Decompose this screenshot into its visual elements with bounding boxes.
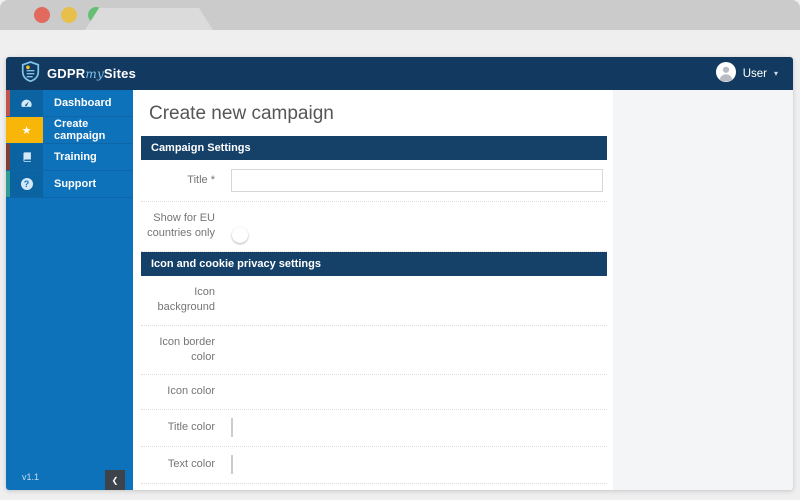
color-row-text-color: Text color	[141, 447, 607, 484]
user-menu[interactable]: User ▾	[716, 62, 778, 85]
sidebar-item-label: Create campaign	[43, 117, 133, 143]
version-label: v1.1	[22, 472, 39, 482]
title-field-row: Title *	[141, 160, 607, 202]
text-color-swatch[interactable]	[231, 455, 233, 474]
toggle-knob	[232, 227, 248, 243]
question-icon: ?	[10, 171, 43, 197]
title-input[interactable]	[231, 169, 603, 192]
color-row-cookie-accept-button: Cookie policy accept button	[141, 484, 607, 490]
chevron-down-icon: ▾	[774, 69, 778, 78]
eu-toggle-row: Show for EU countries only	[141, 202, 607, 252]
star-icon: ★	[10, 117, 43, 143]
avatar	[716, 62, 736, 85]
color-row-label: Icon color	[141, 384, 227, 399]
shield-logo-icon	[21, 61, 40, 87]
minimize-window-icon[interactable]	[61, 7, 77, 23]
sidebar: Dashboard ★ Create campaign Training	[6, 90, 133, 490]
section-header-icon-cookie-settings: Icon and cookie privacy settings	[141, 252, 607, 276]
color-row-icon-color: Icon color	[141, 375, 607, 409]
section-header-campaign-settings: Campaign Settings	[141, 136, 607, 160]
color-row-label: Icon background	[141, 285, 227, 316]
page-title: Create new campaign	[133, 90, 613, 136]
brand-logo[interactable]: GDPRmySites	[21, 61, 136, 87]
title-color-swatch[interactable]	[231, 418, 233, 437]
color-row-label: Text color	[141, 457, 227, 472]
eu-toggle-label: Show for EU countries only	[141, 211, 227, 242]
close-window-icon[interactable]	[34, 7, 50, 23]
browser-tab[interactable]	[85, 8, 213, 30]
browser-chrome-bar	[0, 0, 800, 30]
color-row-title-color: Title color	[141, 410, 607, 447]
sidebar-item-label: Dashboard	[43, 90, 133, 116]
app-header: GDPRmySites User ▾	[6, 57, 793, 90]
color-row-icon-border-color: Icon border color	[141, 326, 607, 376]
sidebar-item-training[interactable]: Training	[6, 144, 133, 171]
app-body: Dashboard ★ Create campaign Training	[6, 90, 793, 490]
dashboard-icon	[10, 90, 43, 116]
sidebar-item-create-campaign[interactable]: ★ Create campaign	[6, 117, 133, 144]
main-content: Create new campaign Campaign Settings Ti…	[133, 90, 793, 490]
sidebar-item-dashboard[interactable]: Dashboard	[6, 90, 133, 117]
color-row-icon-background: Icon background	[141, 276, 607, 326]
color-row-label: Title color	[141, 420, 227, 435]
user-label: User	[743, 68, 767, 80]
color-row-label: Icon border color	[141, 335, 227, 366]
app-window: GDPRmySites User ▾	[6, 57, 793, 490]
form-panel: Create new campaign Campaign Settings Ti…	[133, 90, 613, 490]
sidebar-item-support[interactable]: ? Support	[6, 171, 133, 198]
title-field-label: Title *	[141, 173, 227, 188]
brand-text: GDPRmySites	[47, 66, 136, 81]
book-icon	[10, 144, 43, 170]
sidebar-collapse-button[interactable]: ❮	[105, 470, 125, 490]
chevron-left-icon: ❮	[112, 476, 119, 485]
sidebar-item-label: Training	[43, 144, 133, 170]
sidebar-item-label: Support	[43, 171, 133, 197]
